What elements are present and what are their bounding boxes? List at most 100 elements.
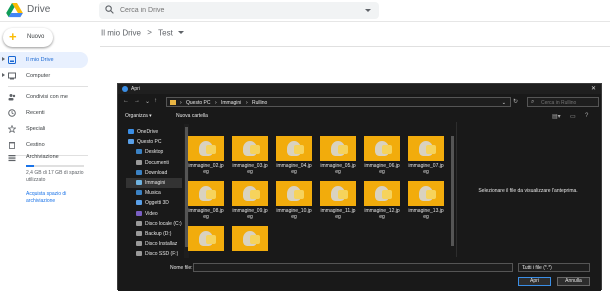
- sidebar-item-label: Speciali: [26, 126, 46, 132]
- content-divider: [100, 46, 610, 47]
- tree-item[interactable]: Download: [126, 168, 182, 178]
- open-button[interactable]: Apri: [518, 277, 551, 286]
- tree-item[interactable]: Musica: [126, 188, 182, 198]
- expand-arrow-icon[interactable]: [2, 57, 5, 61]
- file-thumbnail[interactable]: immagine_12.jpeg: [364, 181, 400, 220]
- new-button-label: Nuovo: [27, 34, 45, 40]
- new-button[interactable]: + Nuovo: [3, 28, 53, 47]
- tree-item[interactable]: Disco Installaz: [126, 239, 182, 249]
- search-input[interactable]: [120, 4, 350, 17]
- back-arrow-icon[interactable]: ←: [123, 98, 129, 104]
- chevron-down-icon[interactable]: [178, 31, 185, 35]
- image-preview: [232, 226, 268, 251]
- sidebar-item-label: Recenti: [26, 110, 45, 116]
- file-thumbnail[interactable]: [232, 226, 268, 253]
- card-image-shape: [294, 190, 304, 199]
- file-thumbnail[interactable]: immagine_08.jpeg: [188, 181, 224, 220]
- path-segment[interactable]: Rullino: [252, 100, 267, 106]
- file-name: immagine_04.jpeg: [276, 163, 312, 175]
- tree-item[interactable]: Video: [126, 209, 182, 219]
- file-thumbnail[interactable]: [188, 226, 224, 253]
- new-folder-button[interactable]: Nuova cartella: [176, 113, 208, 119]
- file-thumbnail[interactable]: immagine_10.jpeg: [276, 181, 312, 220]
- image-preview: [188, 226, 224, 251]
- image-preview: [364, 136, 400, 161]
- tree-item[interactable]: Immagini: [126, 177, 182, 189]
- file-thumbnail[interactable]: immagine_13.jpeg: [408, 181, 444, 220]
- address-path[interactable]: › Questo PC › Immagini › Rullino ⌄: [166, 97, 511, 107]
- card-image-shape: [426, 145, 436, 154]
- tree-item-label: Immagini: [145, 179, 166, 186]
- dialog-search-box[interactable]: ⌕: [527, 97, 599, 107]
- file-name: immagine_06.jpeg: [364, 163, 400, 175]
- sidebar-item-computer[interactable]: Computer: [0, 68, 92, 84]
- drive-logo-icon[interactable]: [6, 3, 23, 18]
- cancel-button[interactable]: Annulla: [557, 277, 590, 286]
- file-thumbnail[interactable]: immagine_05.jpeg: [320, 136, 356, 175]
- path-dropdown-icon[interactable]: ⌄: [502, 100, 506, 106]
- refresh-icon[interactable]: ↻: [513, 98, 518, 105]
- sidebar-item-recent[interactable]: Recenti: [0, 105, 92, 121]
- up-arrow-icon[interactable]: ↑: [154, 98, 157, 104]
- tree-item-label: Video: [145, 210, 158, 217]
- tree-item-label: Disco SSD (F:): [145, 251, 179, 258]
- preview-pane-icon[interactable]: ▭: [570, 113, 576, 120]
- sidebar-item-my-drive[interactable]: Il mio Drive: [0, 52, 88, 68]
- tree-item[interactable]: Disco SSD (F:): [126, 249, 182, 259]
- storage-progress-fill: [26, 165, 35, 167]
- sidebar-item-shared[interactable]: Condivisi con me: [0, 89, 92, 105]
- path-segment[interactable]: Immagini: [221, 100, 241, 106]
- card-image-shape: [206, 235, 216, 244]
- image-preview: [232, 181, 268, 206]
- file-thumbnail[interactable]: immagine_03.jpeg: [232, 136, 268, 175]
- folder-icon: [136, 190, 142, 196]
- sidebar-item-label: Il mio Drive: [26, 57, 54, 63]
- filename-label: Nome file:: [170, 265, 193, 271]
- file-name: immagine_12.jpeg: [364, 208, 400, 220]
- folder-icon: [136, 210, 142, 216]
- recent-locations-icon[interactable]: ⌄: [145, 98, 150, 105]
- tree-item[interactable]: Oggetti 3D: [126, 198, 182, 208]
- path-separator: ›: [215, 100, 217, 106]
- tree-item[interactable]: Documenti: [126, 158, 182, 168]
- breadcrumb-current[interactable]: Test: [158, 28, 173, 37]
- filename-field[interactable]: [193, 263, 513, 272]
- path-segment[interactable]: Questo PC: [186, 100, 210, 106]
- close-icon[interactable]: ✕: [591, 85, 596, 92]
- scrollbar-thumb[interactable]: [451, 136, 454, 246]
- search-options-icon[interactable]: [365, 9, 371, 12]
- tree-item[interactable]: OneDrive: [126, 127, 182, 137]
- view-options-icon[interactable]: ▤▾: [552, 113, 561, 120]
- tree-item[interactable]: Backup (D:): [126, 229, 182, 239]
- file-thumbnail[interactable]: immagine_11.jpeg: [320, 181, 356, 220]
- filename-input[interactable]: [194, 264, 512, 271]
- file-thumbnail[interactable]: immagine_09.jpeg: [232, 181, 268, 220]
- file-grid-scrollbar[interactable]: [450, 124, 455, 258]
- expand-arrow-icon[interactable]: [2, 73, 5, 77]
- trash-icon: [9, 142, 15, 149]
- sidebar-item-starred[interactable]: Speciali: [0, 121, 92, 137]
- star-icon: [8, 125, 16, 133]
- image-preview: [276, 181, 312, 206]
- file-thumbnail[interactable]: immagine_06.jpeg: [364, 136, 400, 175]
- preview-divider: [456, 122, 457, 257]
- organize-button[interactable]: Organizza ▾: [125, 113, 152, 119]
- tree-item[interactable]: Disco locale (C:): [126, 219, 182, 229]
- file-thumbnail[interactable]: immagine_07.jpeg: [408, 136, 444, 175]
- search-box[interactable]: [99, 2, 379, 19]
- file-thumbnail[interactable]: immagine_02.jpeg: [188, 136, 224, 175]
- clock-icon: [8, 109, 16, 117]
- filetype-select[interactable]: Tutti i file (*.*) ⌄: [518, 263, 590, 272]
- file-thumbnail[interactable]: immagine_04.jpeg: [276, 136, 312, 175]
- dialog-search-input[interactable]: [541, 99, 597, 106]
- storage-used-text: 2,4 GB di 17 GB di spazio utilizzato: [26, 170, 84, 183]
- tree-item[interactable]: Questo PC: [126, 137, 182, 147]
- buy-storage-link[interactable]: Acquista spazio di archiviazione: [26, 191, 90, 204]
- forward-arrow-icon[interactable]: →: [134, 98, 140, 104]
- tree-item-label: Disco Installaz: [145, 241, 178, 248]
- help-icon[interactable]: ?: [585, 113, 588, 119]
- tree-item[interactable]: Desktop: [126, 147, 182, 157]
- breadcrumb-root[interactable]: Il mio Drive: [101, 28, 141, 37]
- breadcrumb-separator: >: [147, 28, 152, 38]
- search-icon[interactable]: [105, 5, 114, 14]
